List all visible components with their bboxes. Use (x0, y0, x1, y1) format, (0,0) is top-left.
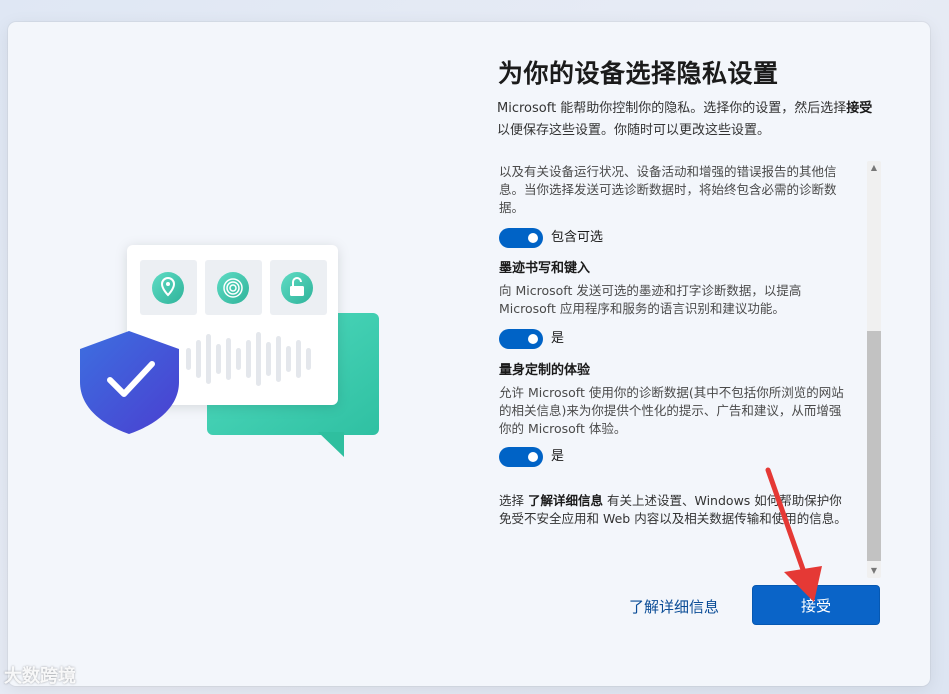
tailored-desc: 允许 Microsoft 使用你的诊断数据(其中不包括你所浏览的网站的相关信息)… (499, 385, 844, 436)
accept-button[interactable]: 接受 (752, 585, 880, 625)
intro-text: Microsoft 能帮助你控制你的隐私。选择你的设置，然后选择接受以便保存这些… (497, 101, 873, 138)
location-icon (152, 272, 184, 304)
toggle-diagnostic[interactable] (499, 228, 543, 248)
scroll-down-icon[interactable]: ▼ (867, 564, 881, 578)
toggle-label: 包含可选 (551, 230, 604, 245)
toggle-tailored[interactable] (499, 447, 543, 467)
footer-text: 选择 了解详细信息 有关上述设置、Windows 如何帮助保护你免受不安全应用和… (499, 493, 847, 526)
inking-desc: 向 Microsoft 发送可选的墨迹和打字诊断数据，以提高 Microsoft… (499, 283, 802, 316)
fingerprint-icon (217, 272, 249, 304)
toggle-label: 是 (551, 449, 565, 464)
toggle-row-tailored: 是 (499, 444, 849, 470)
scroll-up-icon[interactable]: ▲ (867, 161, 881, 175)
scrollbar[interactable]: ▲ ▼ (867, 161, 881, 578)
scrollbar-thumb[interactable] (867, 331, 881, 561)
settings-scroll-area[interactable]: 以及有关设备运行状况、设备活动和增强的错误报告的其他信息。当你选择发送可选诊断数… (497, 158, 865, 558)
page-title: 为你的设备选择隐私设置 (498, 59, 779, 88)
toggle-inking[interactable] (499, 329, 543, 349)
inking-heading: 墨迹书写和键入 (499, 261, 591, 276)
intro-accept-bold: 接受 (846, 101, 873, 116)
tailored-heading: 量身定制的体验 (499, 363, 591, 378)
watermark: 大数跨境 (4, 666, 76, 687)
toggle-row-diagnostic: 包含可选 (499, 225, 849, 251)
toggle-row-inking: 是 (499, 326, 849, 352)
lock-icon (281, 272, 313, 304)
toggle-label: 是 (551, 331, 565, 346)
shield-check-icon (80, 331, 179, 434)
diagnostic-desc: 以及有关设备运行状况、设备活动和增强的错误报告的其他信息。当你选择发送可选诊断数… (499, 164, 837, 215)
learn-more-link[interactable]: 了解详细信息 (629, 596, 719, 617)
